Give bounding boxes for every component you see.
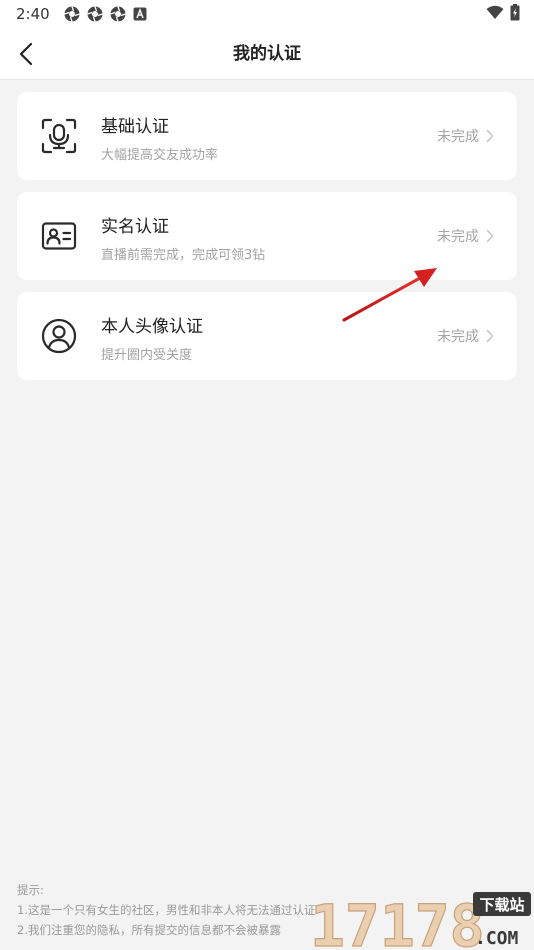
watermark-number: 17178 [310, 892, 485, 950]
aperture-icon [109, 6, 126, 22]
item-status: 未完成 [437, 329, 479, 345]
item-status: 未完成 [437, 129, 479, 145]
chevron-right-icon [485, 228, 495, 244]
verification-item-avatar[interactable]: 本人头像认证 提升圈内受关度 未完成 [17, 292, 517, 380]
chevron-right-icon [485, 128, 495, 144]
wifi-icon [486, 5, 504, 24]
page: 2:40 我的认证 基础认证 大幅提高交友成功率 未完成 实名认证 直播前需完成… [0, 0, 534, 950]
voice-scan-icon [41, 118, 77, 154]
id-card-icon [41, 218, 77, 254]
notification-icons [63, 6, 147, 22]
item-status: 未完成 [437, 229, 479, 245]
watermark-domain: .COM [475, 928, 519, 949]
verification-item-basic[interactable]: 基础认证 大幅提高交友成功率 未完成 [17, 92, 517, 180]
item-title: 基础认证 [101, 117, 169, 137]
aperture-icon [63, 6, 80, 22]
status-bar: 2:40 [0, 0, 534, 28]
status-right-icons [486, 3, 520, 25]
item-description: 提升圈内受关度 [101, 348, 193, 363]
item-title: 本人头像认证 [101, 317, 203, 337]
status-time: 2:40 [16, 5, 50, 23]
avatar-circle-icon [41, 318, 77, 354]
page-title: 我的认证 [233, 44, 301, 64]
chevron-right-icon [485, 328, 495, 344]
item-description: 直播前需完成，完成可领3钻 [101, 248, 266, 263]
nav-bar: 我的认证 [0, 28, 534, 80]
item-title: 实名认证 [101, 217, 169, 237]
battery-icon [510, 3, 520, 25]
watermark-site: 下载站 [479, 896, 524, 914]
letter-a-icon [133, 7, 147, 21]
item-description: 大幅提高交友成功率 [101, 148, 219, 163]
site-watermark: 17178 下载站 .COM [309, 886, 534, 950]
verification-item-real-name[interactable]: 实名认证 直播前需完成，完成可领3钻 未完成 [17, 192, 517, 280]
aperture-icon [86, 6, 103, 22]
